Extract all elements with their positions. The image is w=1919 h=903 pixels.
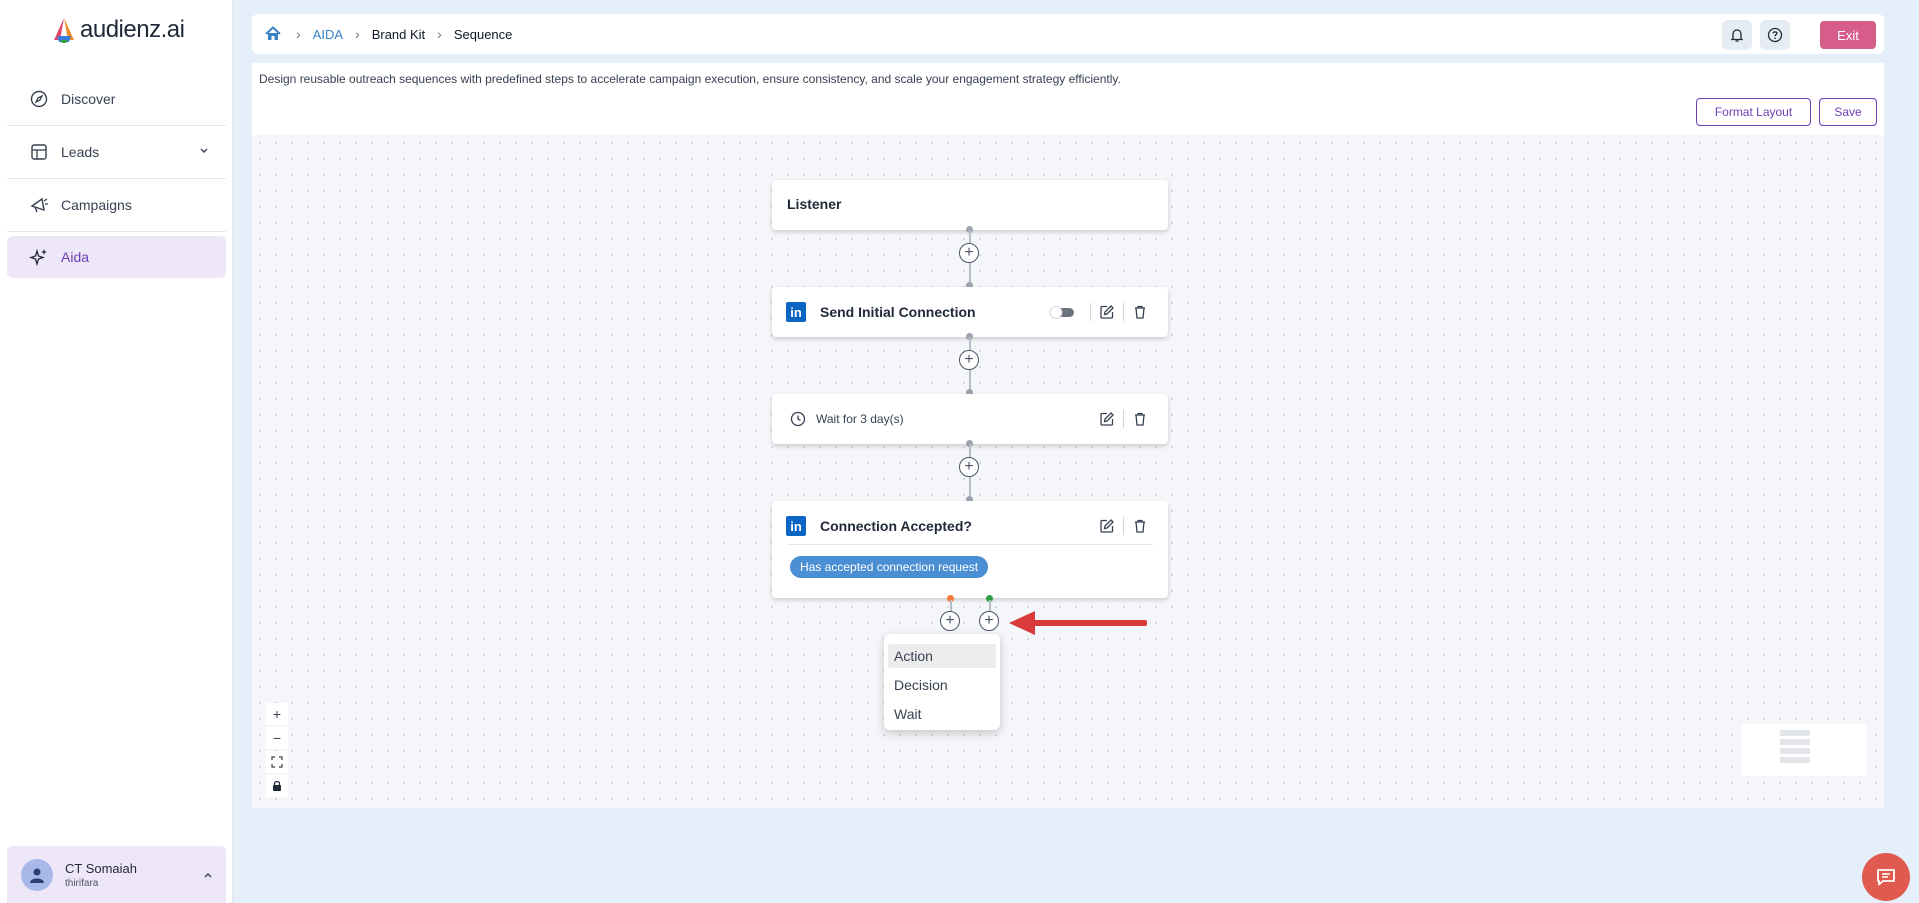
chevron-right-icon: › <box>355 26 360 42</box>
fit-view-button[interactable] <box>266 751 288 773</box>
divider <box>1123 410 1124 428</box>
trash-icon[interactable] <box>1130 516 1150 536</box>
table-icon <box>29 142 49 162</box>
sidebar-item-campaigns[interactable]: Campaigns <box>7 179 226 232</box>
sidebar-item-label: Aida <box>61 249 90 265</box>
condition-badge: Has accepted connection request <box>790 556 989 578</box>
logo[interactable]: audienz.ai <box>52 16 185 44</box>
menu-item-action[interactable]: Action <box>888 644 996 668</box>
listener-node[interactable]: Listener <box>772 180 1168 230</box>
divider <box>1090 303 1091 321</box>
topbar: › AIDA › Brand Kit › Sequence Exit <box>252 14 1884 54</box>
help-button[interactable] <box>1760 20 1790 50</box>
arrow-icon <box>1009 611 1147 635</box>
avatar <box>21 858 53 891</box>
add-step-menu: Action Decision Wait <box>884 634 1000 730</box>
breadcrumb-aida[interactable]: AIDA <box>313 27 343 42</box>
fullscreen-icon <box>271 756 283 768</box>
add-step-button[interactable]: + <box>959 350 979 370</box>
node-title: Listener <box>787 196 842 212</box>
brand-name: audienz.ai <box>80 16 185 43</box>
toggle-switch[interactable] <box>1048 302 1076 322</box>
bell-icon <box>1730 29 1744 42</box>
lock-button[interactable] <box>266 775 288 797</box>
chat-button[interactable] <box>1862 853 1910 901</box>
user-menu[interactable]: CT Somaiah thirifara <box>7 846 226 903</box>
sidebar-item-label: Campaigns <box>61 197 132 213</box>
minimap-nodes <box>1780 730 1810 764</box>
user-name: CT Somaiah <box>65 860 138 876</box>
edit-icon[interactable] <box>1097 409 1117 429</box>
notifications-button[interactable] <box>1722 20 1752 50</box>
sidebar: audienz.ai Discover Leads Campaigns Aida… <box>0 0 233 903</box>
divider <box>1123 517 1124 535</box>
menu-item-decision[interactable]: Decision <box>888 673 996 697</box>
trash-icon[interactable] <box>1130 302 1150 322</box>
chat-icon <box>1877 869 1895 886</box>
breadcrumb: › AIDA › Brand Kit › Sequence <box>262 14 512 54</box>
clock-icon <box>788 409 808 429</box>
divider <box>1123 303 1124 321</box>
trash-icon[interactable] <box>1130 409 1150 429</box>
user-org: thirifara <box>65 877 99 889</box>
sidebar-item-label: Leads <box>61 144 100 160</box>
logo-icon <box>54 18 74 43</box>
page-description: Design reusable outreach sequences with … <box>259 72 1121 86</box>
format-layout-button[interactable]: Format Layout <box>1696 98 1811 126</box>
menu-item-wait[interactable]: Wait <box>888 702 996 726</box>
lock-icon <box>273 780 281 791</box>
sparkles-icon <box>29 247 49 267</box>
breadcrumb-sequence: Sequence <box>453 26 513 42</box>
sidebar-item-label: Discover <box>61 91 116 107</box>
minimap[interactable] <box>1742 724 1866 776</box>
chevron-down-icon[interactable] <box>198 144 210 162</box>
zoom-in-button[interactable]: + <box>266 703 288 725</box>
wait-node[interactable]: Wait for 3 day(s) <box>772 394 1168 444</box>
description-panel: Design reusable outreach sequences with … <box>252 63 1884 135</box>
breadcrumb-brand-kit[interactable]: Brand Kit <box>372 27 425 42</box>
help-icon <box>1767 27 1783 43</box>
divider <box>787 544 1153 545</box>
save-button[interactable]: Save <box>1819 98 1877 126</box>
user-icon <box>30 868 44 883</box>
sidebar-item-leads[interactable]: Leads <box>7 126 226 179</box>
compass-icon <box>29 89 49 109</box>
zoom-controls: + − <box>266 703 288 797</box>
sidebar-item-aida[interactable]: Aida <box>7 236 226 278</box>
chevron-right-icon: › <box>296 26 301 42</box>
sidebar-nav: Discover Leads Campaigns Aida <box>0 73 233 278</box>
add-step-button[interactable]: + <box>959 457 979 477</box>
node-title: Connection Accepted? <box>820 518 972 534</box>
sidebar-item-discover[interactable]: Discover <box>7 73 226 126</box>
chevron-right-icon: › <box>437 26 442 42</box>
zoom-out-button[interactable]: − <box>266 727 288 749</box>
linkedin-icon: in <box>786 302 806 322</box>
megaphone-icon <box>29 195 49 215</box>
add-yes-branch-button[interactable]: + <box>979 611 999 631</box>
edit-icon[interactable] <box>1097 302 1117 322</box>
decision-node[interactable]: in Connection Accepted? Has accepted con… <box>772 501 1168 598</box>
send-connection-node[interactable]: in Send Initial Connection <box>772 287 1168 337</box>
linkedin-icon: in <box>786 516 806 536</box>
node-title: Send Initial Connection <box>820 304 976 320</box>
node-title: Wait for 3 day(s) <box>816 412 904 426</box>
home-icon[interactable] <box>262 23 284 45</box>
exit-button[interactable]: Exit <box>1820 21 1876 49</box>
add-no-branch-button[interactable]: + <box>940 611 960 631</box>
edit-icon[interactable] <box>1097 516 1117 536</box>
chevron-up-icon[interactable] <box>202 868 214 886</box>
add-step-button[interactable]: + <box>959 243 979 263</box>
flow-canvas[interactable] <box>252 135 1884 808</box>
